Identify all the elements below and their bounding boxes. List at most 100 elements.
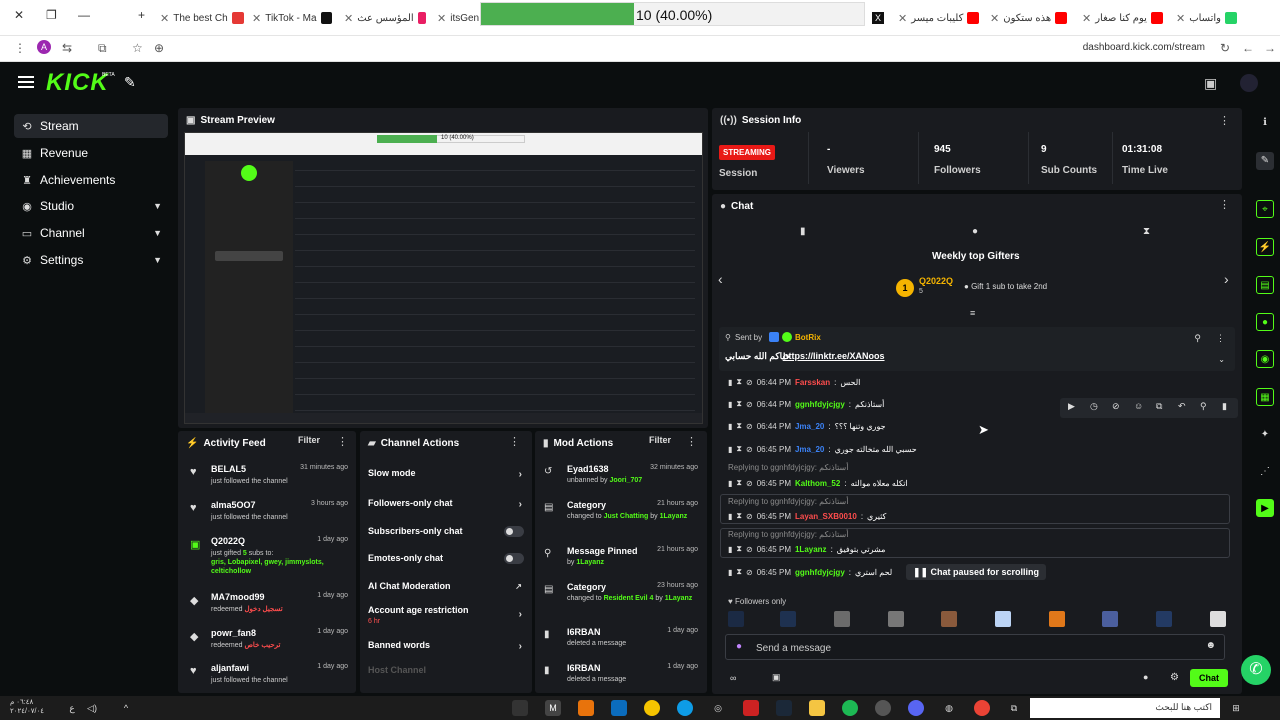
activity-user[interactable]: aljanfawi — [211, 663, 249, 673]
account-age-action[interactable]: Account age restriction › — [368, 605, 528, 625]
mod-action-title[interactable]: Eyad1638 — [567, 464, 609, 474]
app-icon[interactable] — [875, 700, 891, 716]
chevron-up-icon[interactable]: ^ — [118, 700, 134, 716]
chat-message[interactable]: ▮ ⧗ ⊘ 06:45 PM 1Layanz: مشرتي بتوفيق — [728, 542, 885, 556]
ban-icon[interactable]: ⊘ — [746, 422, 753, 431]
chatter-avatar[interactable] — [1210, 611, 1226, 627]
message-user[interactable]: Jma_20 — [795, 422, 824, 431]
x-logo-icon[interactable]: X — [872, 12, 884, 24]
close-tab-icon[interactable]: ✕ — [160, 12, 169, 25]
banned-words-action[interactable]: Banned words › — [368, 640, 528, 660]
close-tab-icon[interactable]: ✕ — [1176, 12, 1185, 25]
sidebar-item-studio[interactable]: ◉ Studio ▼ — [14, 194, 168, 218]
clock-icon[interactable]: ◷ — [1090, 401, 1098, 412]
close-tab-icon[interactable]: ✕ — [898, 12, 907, 25]
close-tab-icon[interactable]: ✕ — [437, 12, 446, 25]
extensions-icon[interactable]: ⧉ — [98, 41, 107, 56]
more-options-icon[interactable]: ⋮ — [686, 435, 697, 448]
hourglass-icon[interactable]: ⧗ — [736, 478, 742, 488]
hourglass-icon[interactable]: ⧗ — [736, 444, 742, 454]
chat-message[interactable]: ▮ ⧗ ⊘ 06:45 PM Layan_SXB0010: كثيري — [728, 509, 886, 523]
gift-icon[interactable]: ▣ — [772, 672, 781, 683]
app-icon[interactable] — [512, 700, 528, 716]
app-icon[interactable] — [743, 700, 759, 716]
trash-icon[interactable]: ▮ — [728, 400, 732, 409]
link-icon[interactable]: ∞ — [730, 673, 736, 683]
kick-logo[interactable]: KICK — [46, 69, 109, 97]
browser-tab[interactable]: ✕ هذه ستكون — [990, 8, 1072, 28]
minimize-window-icon[interactable]: — — [78, 8, 90, 22]
message-user[interactable]: Jma_20 — [795, 445, 824, 454]
hourglass-icon[interactable]: ⧗ — [736, 511, 742, 521]
message-user[interactable]: Kalthom_52 — [795, 479, 840, 488]
chat-message[interactable]: ▮ ⧗ ⊘ 06:45 PM ggnhfdyjcjgy: لحم استري — [728, 565, 892, 579]
language-icon[interactable]: ع — [64, 700, 80, 716]
volume-icon[interactable]: ◁) — [84, 700, 100, 716]
message-user[interactable]: ggnhfdyjcjgy — [795, 400, 845, 409]
chatter-avatar[interactable] — [780, 611, 796, 627]
pinned-link[interactable]: https://linktr.ee/XANoos — [783, 351, 885, 361]
user-avatar[interactable] — [1240, 74, 1258, 92]
browser-tab[interactable]: ✕ المؤسس عث — [344, 8, 426, 28]
camera-icon[interactable]: ▣ — [1204, 75, 1217, 92]
close-tab-icon[interactable]: ✕ — [252, 12, 261, 25]
copy-icon[interactable]: ⧉ — [1156, 401, 1162, 412]
chatter-avatar[interactable] — [1102, 611, 1118, 627]
lightning-icon[interactable]: ⚡ — [1256, 238, 1274, 256]
chat-bubble-icon[interactable]: ● — [1256, 313, 1274, 331]
chatter-avatar[interactable] — [834, 611, 850, 627]
ban-icon[interactable]: ⊘ — [746, 445, 753, 454]
bookmark-star-icon[interactable]: ☆ — [132, 41, 143, 55]
activity-user[interactable]: MA7mood99 — [211, 592, 265, 602]
subscribers-only-toggle[interactable] — [504, 526, 524, 537]
trash-icon[interactable]: ▮ — [728, 512, 732, 521]
app-icon[interactable] — [611, 700, 627, 716]
stream-preview-video[interactable]: 10 (40.00%) — [184, 132, 703, 424]
chatter-avatar[interactable] — [941, 611, 957, 627]
trash-icon[interactable]: ▮ — [800, 226, 806, 237]
message-user[interactable]: 1Layanz — [795, 545, 827, 554]
windows-start-icon[interactable]: ⊞ — [1228, 700, 1244, 716]
task-view-icon[interactable]: ⧉ — [1006, 700, 1022, 716]
more-options-icon[interactable]: ⋮ — [1216, 333, 1225, 344]
emoji-icon[interactable]: ☻ — [1205, 640, 1216, 651]
clapper-icon[interactable]: ▶ — [1256, 499, 1274, 517]
more-menu-icon[interactable]: ⋮ — [14, 41, 26, 55]
info-icon[interactable]: ℹ — [1256, 114, 1274, 132]
back-icon[interactable]: ← — [1242, 41, 1254, 55]
trash-icon[interactable]: ▮ — [728, 545, 732, 554]
edge-icon[interactable] — [677, 700, 693, 716]
edit-pen-icon[interactable]: ✎ — [124, 74, 136, 91]
whatsapp-icon[interactable]: ✆ — [1241, 655, 1271, 685]
trash-icon[interactable]: ▮ — [728, 422, 732, 431]
mod-action-title[interactable]: I6RBAN — [567, 627, 601, 637]
unpin-icon[interactable]: ⚲ — [1194, 333, 1201, 344]
taskbar-clock[interactable]: ٠٦:٤٨ م ٢٠٢٤/٠٧/٠٤ — [10, 698, 44, 716]
activity-user[interactable]: alma5OO7 — [211, 500, 256, 510]
mail-icon[interactable]: M — [545, 700, 561, 716]
close-tab-icon[interactable]: ✕ — [990, 12, 999, 25]
chat-message[interactable]: ▮ ⧗ ⊘ 06:44 PM ggnhfdyjcjgy: أستاذنكم — [728, 397, 884, 411]
sidebar-item-channel[interactable]: ▭ Channel ▼ — [14, 221, 168, 245]
scan-icon[interactable]: ⌖ — [1256, 200, 1274, 218]
sidebar-item-settings[interactable]: ⚙ Settings ▼ — [14, 248, 168, 272]
more-options-icon[interactable]: ⋮ — [1219, 114, 1230, 127]
sidebar-item-stream[interactable]: ⟲ Stream — [14, 114, 168, 138]
message-user[interactable]: ggnhfdyjcjgy — [795, 568, 845, 577]
ban-icon[interactable]: ⊘ — [746, 545, 753, 554]
hourglass-icon[interactable]: ⧗ — [736, 567, 742, 577]
trash-icon[interactable]: ▮ — [728, 568, 732, 577]
url-text[interactable]: dashboard.kick.com/stream — [1083, 42, 1205, 53]
ban-icon[interactable]: ⊘ — [746, 400, 753, 409]
chatter-avatar[interactable] — [1156, 611, 1172, 627]
sidebar-item-achievements[interactable]: ♜ Achievements — [14, 168, 168, 192]
chat-message[interactable]: ▮ ⧗ ⊘ 06:45 PM Jma_20: حسبي الله متخالته ج… — [728, 442, 917, 456]
document-icon[interactable]: ▤ — [1256, 276, 1274, 294]
play-icon[interactable]: ▶ — [1068, 401, 1075, 412]
taskbar-search[interactable]: اكتب هنا للبحث — [1030, 698, 1220, 718]
chat-message[interactable]: ▮ ⧗ ⊘ 06:44 PM Jma_20: جوري وتنها ؟؟؟ — [728, 419, 886, 433]
ban-icon[interactable]: ⊘ — [746, 568, 753, 577]
chat-message[interactable]: ▮ ⧗ ⊘ 06:44 PM Farsskan: الحس — [728, 375, 860, 389]
broadcast-icon[interactable]: ◉ — [1256, 350, 1274, 368]
chevron-right-icon[interactable]: › — [1224, 271, 1229, 287]
